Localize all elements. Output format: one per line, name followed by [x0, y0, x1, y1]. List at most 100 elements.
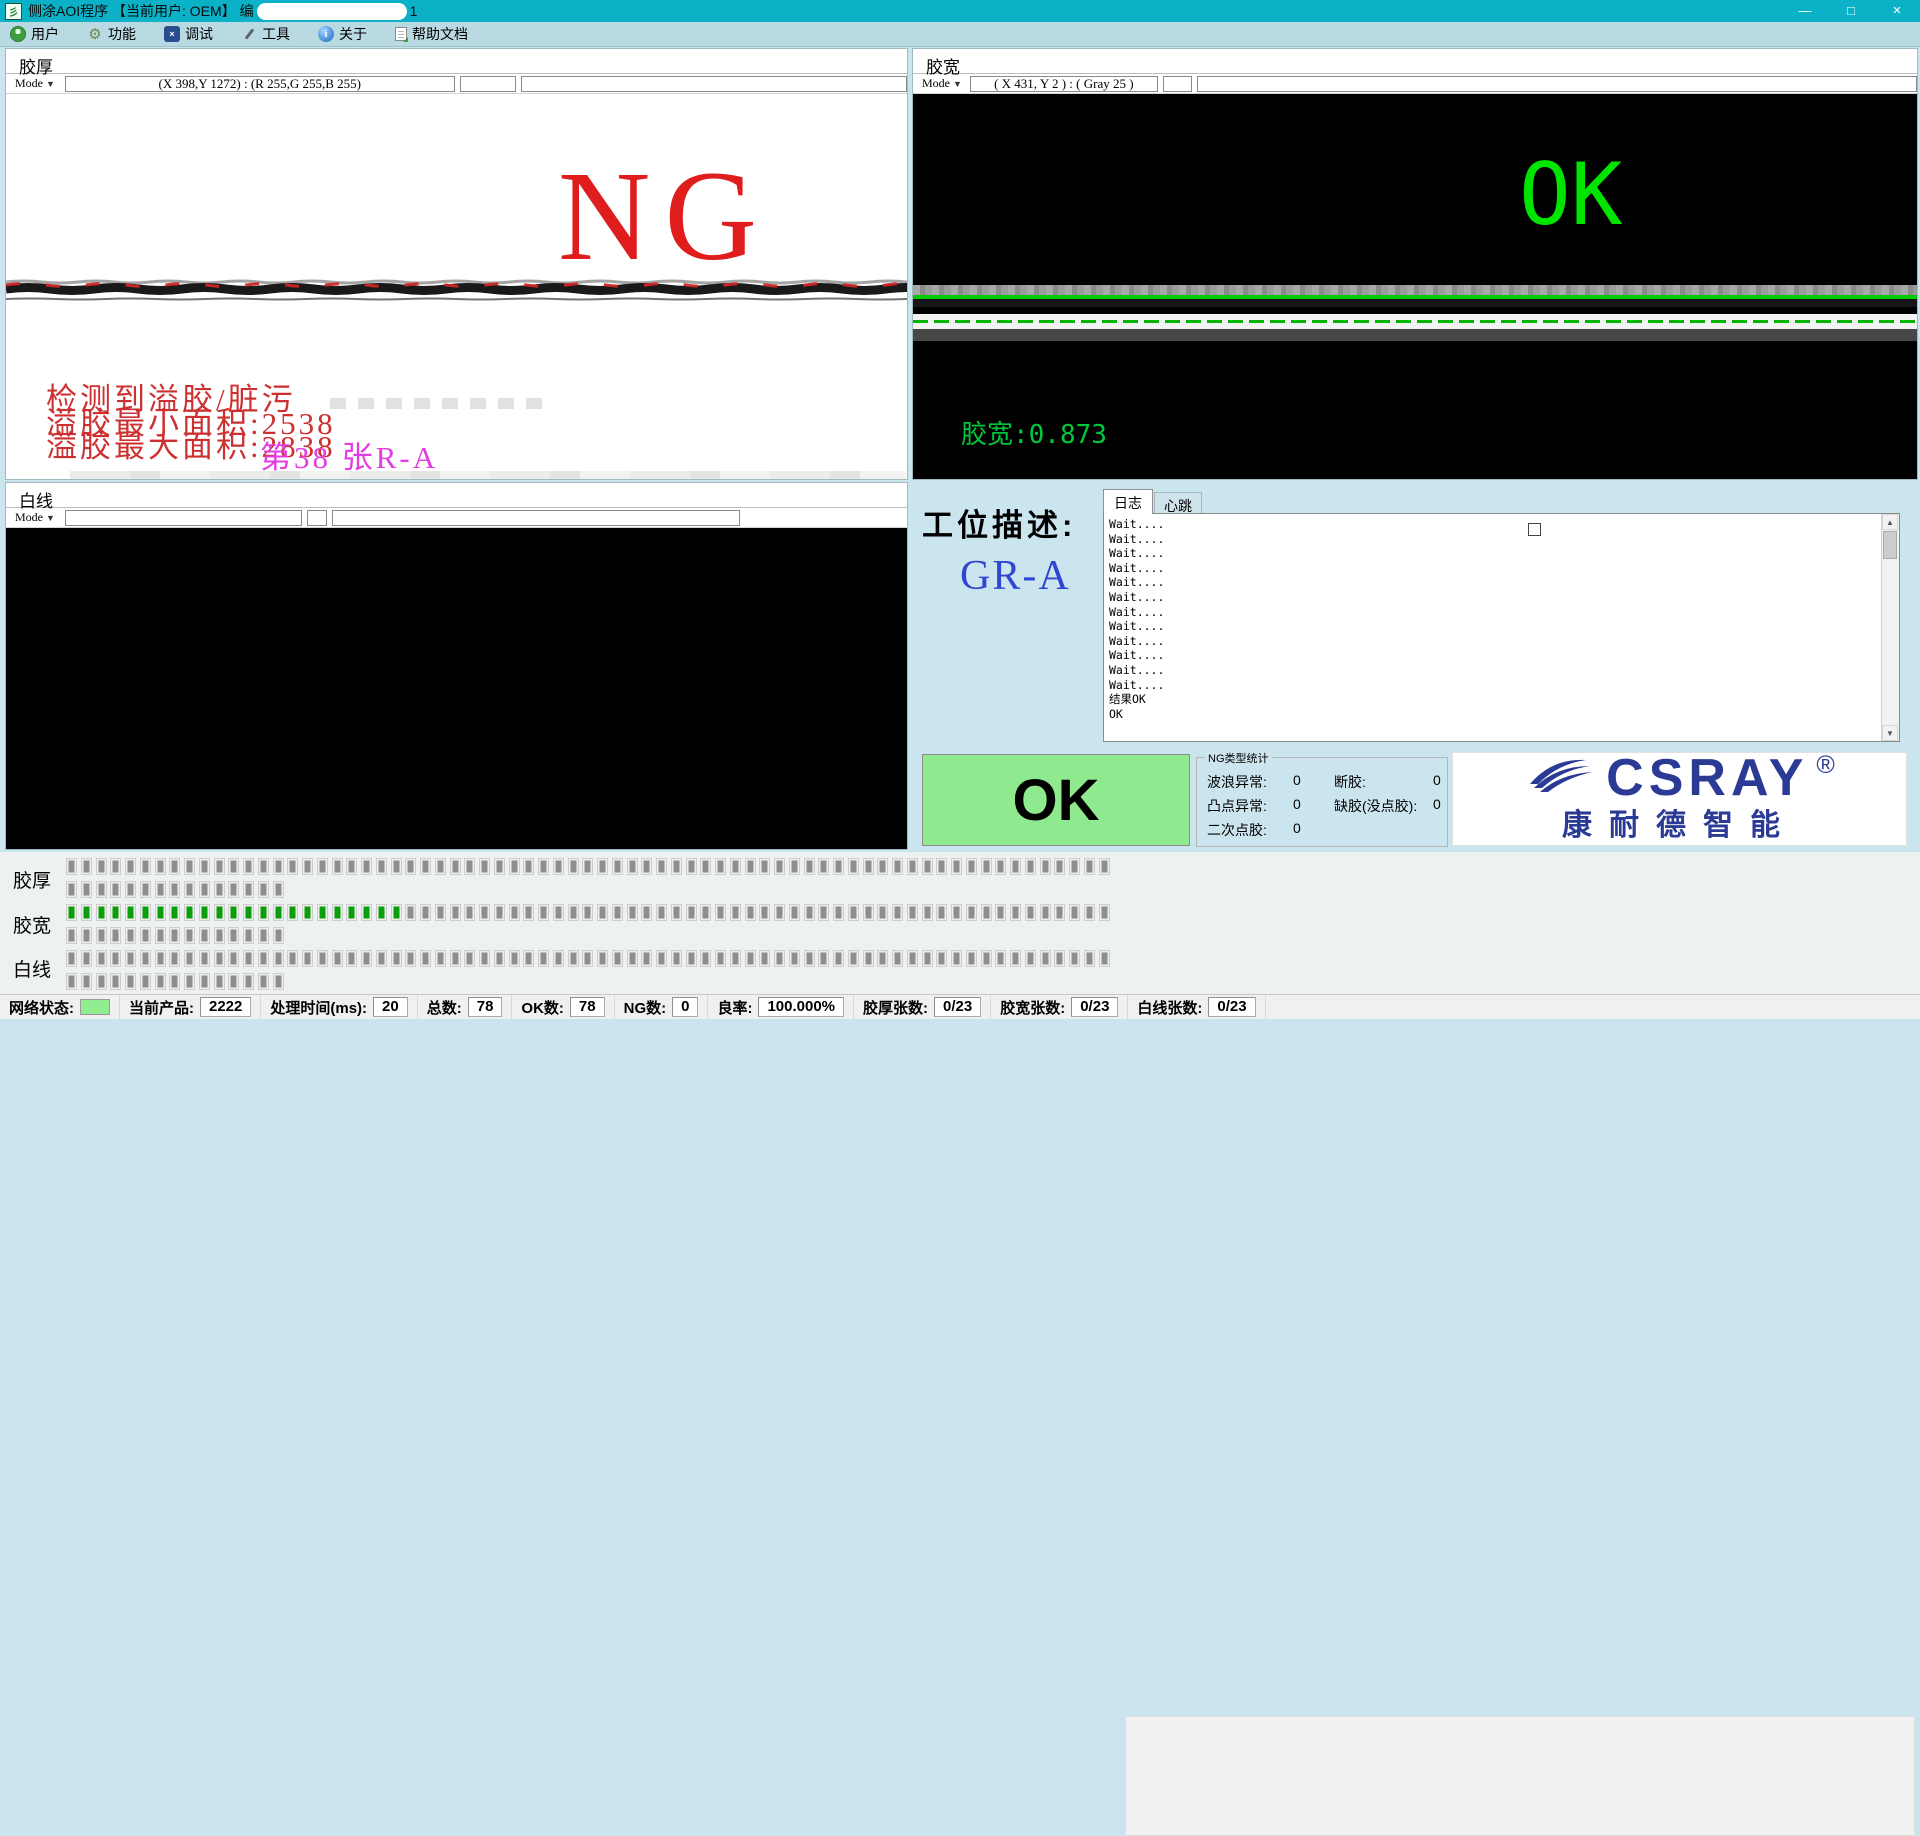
- indicator-cell: [66, 904, 77, 921]
- stat-label: 断胶:: [1334, 772, 1366, 792]
- menu-item-debug[interactable]: ×调试: [164, 24, 213, 44]
- log-panel[interactable]: Wait....Wait....Wait....Wait....Wait....…: [1103, 513, 1900, 742]
- indicator-cell: [907, 858, 918, 875]
- indicator-cell: [523, 950, 534, 967]
- indicator-cell: [568, 904, 579, 921]
- close-button[interactable]: ×: [1874, 0, 1920, 22]
- readout-aux-field: [460, 76, 517, 92]
- white-line-image[interactable]: [6, 528, 907, 849]
- indicator-cell: [656, 904, 667, 921]
- indicator-cell: [538, 950, 549, 967]
- status-item: OK数:78: [512, 995, 614, 1019]
- indicator-cell: [464, 904, 475, 921]
- panel-glue-thickness: 胶厚 Mode ▼ (X 398,Y 1272) : (R 255,G 255,…: [5, 48, 908, 480]
- scroll-up-icon[interactable]: ▲: [1882, 514, 1898, 530]
- indicator-cell: [258, 881, 269, 898]
- indicator-cell: [848, 950, 859, 967]
- status-item: 良率:100.000%: [708, 995, 854, 1019]
- logo-subtitle: 康耐德智能: [1562, 800, 1797, 844]
- indicator-cell: [833, 950, 844, 967]
- tab-log[interactable]: 日志: [1103, 489, 1153, 514]
- stat-value: 0: [1293, 796, 1301, 812]
- menu-item-help-doc[interactable]: 帮助文档: [395, 24, 468, 44]
- menubar: 用户 ⚙功能 ×调试 工具 i关于 帮助文档: [0, 22, 1920, 47]
- log-checkbox[interactable]: [1528, 523, 1541, 536]
- indicator-cell: [66, 881, 77, 898]
- indicator-cell: [361, 904, 372, 921]
- app-icon: 彡: [5, 3, 22, 20]
- menu-item-tools[interactable]: 工具: [241, 24, 290, 44]
- indicator-cell: [730, 904, 741, 921]
- indicator-cell: [155, 881, 166, 898]
- status-label: 胶厚张数:: [863, 997, 928, 1018]
- indicator-cell: [936, 950, 947, 967]
- tab-heartbeat[interactable]: 心跳: [1154, 492, 1202, 514]
- indicator-cell: [243, 950, 254, 967]
- status-label: 良率:: [717, 997, 752, 1018]
- menu-item-about[interactable]: i关于: [318, 24, 367, 44]
- vendor-logo: CSRAY ® 康耐德智能: [1452, 752, 1907, 846]
- status-value: 0/23: [1071, 997, 1118, 1017]
- maximize-button[interactable]: □: [1828, 0, 1874, 22]
- mode-dropdown[interactable]: Mode ▼: [15, 510, 55, 525]
- registered-mark: ®: [1816, 754, 1834, 776]
- stat-label: 缺胶(没点胶):: [1334, 796, 1417, 816]
- indicator-cell: [789, 950, 800, 967]
- menu-item-label: 工具: [262, 24, 290, 44]
- log-scrollbar[interactable]: ▲ ▼: [1881, 514, 1899, 741]
- indicator-cell: [981, 904, 992, 921]
- status-label: NG数:: [624, 997, 667, 1018]
- indicator-cell: [228, 904, 239, 921]
- indicator-cell: [81, 881, 92, 898]
- readout-aux-field: [1163, 76, 1193, 92]
- indicator-row: [66, 927, 284, 944]
- indicator-cell: [391, 904, 402, 921]
- scrollbar-thumb[interactable]: [1883, 531, 1897, 559]
- statusbar: 网络状态:当前产品:2222处理时间(ms):20总数:78OK数:78NG数:…: [0, 994, 1920, 1019]
- indicator-row: [66, 881, 284, 898]
- indicator-cell: [66, 973, 77, 990]
- indicator-cell: [96, 927, 107, 944]
- indicator-cell: [81, 973, 92, 990]
- indicator-cell: [553, 904, 564, 921]
- indicator-cell: [199, 927, 210, 944]
- indicator-cell: [199, 858, 210, 875]
- stat-value: 0: [1433, 772, 1441, 788]
- indicator-cell: [346, 858, 357, 875]
- indicator-cell: [774, 858, 785, 875]
- indicator-cell: [936, 858, 947, 875]
- glue-width-image[interactable]: OK 胶宽:0.873: [913, 94, 1917, 479]
- log-line: 结果OK: [1109, 692, 1899, 707]
- glue-edge-trace: [6, 276, 907, 304]
- indicator-cell: [612, 858, 623, 875]
- menu-item-user[interactable]: 用户: [10, 24, 59, 44]
- indicator-cell: [1069, 904, 1080, 921]
- indicator-cell: [745, 904, 756, 921]
- mode-dropdown[interactable]: Mode ▼: [922, 76, 962, 91]
- indicator-cell: [715, 950, 726, 967]
- indicator-cell: [1054, 950, 1065, 967]
- help-doc-icon: [395, 27, 407, 41]
- indicator-cell: [214, 881, 225, 898]
- mode-dropdown[interactable]: Mode ▼: [15, 76, 55, 91]
- minimize-button[interactable]: —: [1782, 0, 1828, 22]
- window-title-suffix: 1: [410, 3, 418, 19]
- indicator-cell: [110, 950, 121, 967]
- glue-thickness-image[interactable]: NG 检测到溢胶/脏污 溢胶最小面积:2538 溢胶最大面积:2838 第38 …: [6, 94, 907, 479]
- indicator-cell: [184, 881, 195, 898]
- indicator-cell: [228, 881, 239, 898]
- indicator-cell: [81, 927, 92, 944]
- menu-item-gear[interactable]: ⚙功能: [87, 24, 136, 44]
- scroll-down-icon[interactable]: ▼: [1882, 725, 1898, 741]
- indicator-cell: [1040, 858, 1051, 875]
- status-item: 胶宽张数:0/23: [991, 995, 1128, 1019]
- indicator-cell: [110, 973, 121, 990]
- indicator-cell: [140, 904, 151, 921]
- status-value: 2222: [200, 997, 251, 1017]
- indicator-cell: [568, 950, 579, 967]
- indicator-cell: [671, 904, 682, 921]
- chevron-down-icon: ▼: [46, 79, 55, 89]
- indicator-cell: [627, 858, 638, 875]
- indicator-cell: [420, 858, 431, 875]
- indicator-cell: [686, 858, 697, 875]
